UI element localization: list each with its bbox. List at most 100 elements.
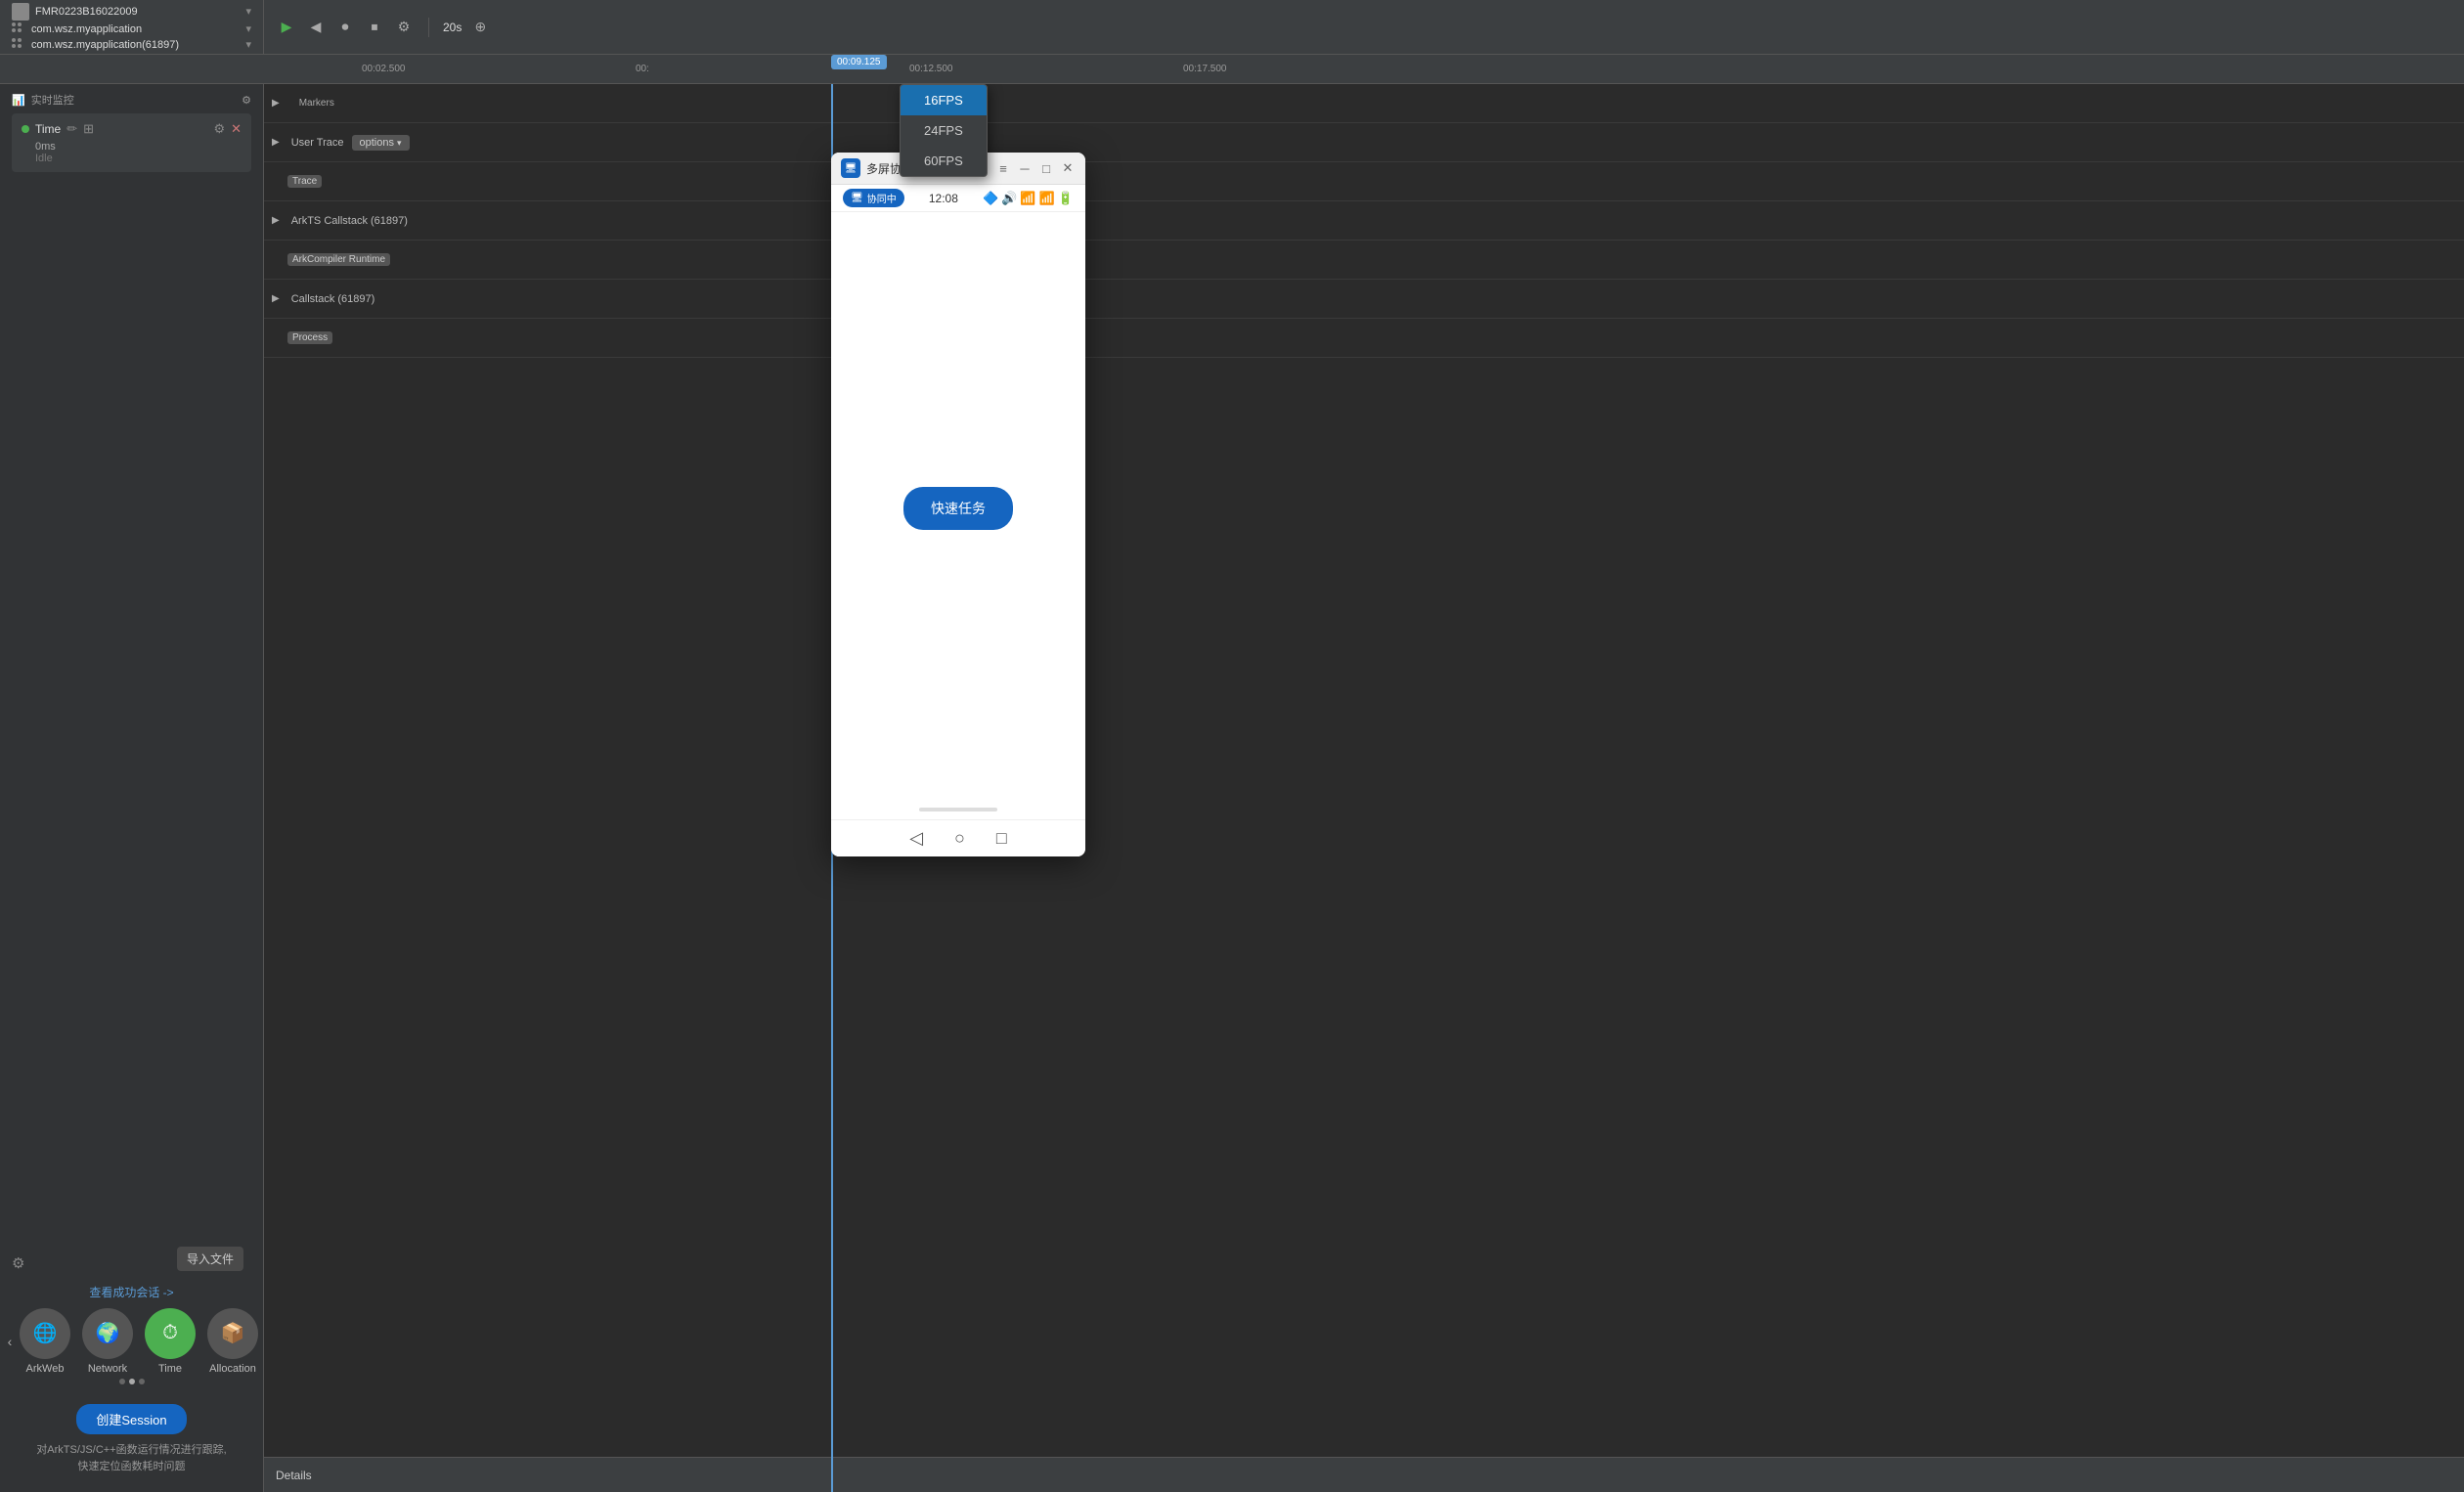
monitor-title: Time ✏ ⊞ <box>22 121 94 137</box>
toolbar: ▶ ◀ ⏺ ⏹ ⚙ 20s ⊕ <box>264 17 2464 38</box>
bluetooth-icon: 🔷 <box>983 191 998 206</box>
allocation-icon: 📦 <box>207 1308 258 1359</box>
user-trace-expand[interactable]: ▶ <box>272 137 280 148</box>
markers-track: ▶ Markers <box>264 84 2464 123</box>
device-time: 12:08 <box>929 192 958 205</box>
ruler-mark-2: 00:12.500 <box>909 64 953 74</box>
callstack-expand[interactable]: ▶ <box>272 293 280 304</box>
home-nav-icon[interactable]: ○ <box>954 828 965 849</box>
rewind-button[interactable]: ◀ <box>305 17 327 38</box>
tab-indicator-dots <box>119 1379 145 1384</box>
process-sub-track: Process <box>264 319 2464 358</box>
arkweb-icon: 🌐 <box>20 1308 70 1359</box>
details-label: Details <box>276 1469 312 1482</box>
play-button[interactable]: ▶ <box>276 17 297 38</box>
allocation-label: Allocation <box>209 1363 256 1375</box>
quick-task-button[interactable]: 快速任务 <box>903 487 1013 530</box>
dot-0 <box>119 1379 125 1384</box>
tab-network[interactable]: 🌍 Network <box>82 1308 133 1375</box>
device-dropdown-arrow[interactable]: ▾ <box>245 5 251 18</box>
volume-icon: 🔊 <box>1001 191 1017 206</box>
recents-nav-icon[interactable]: □ <box>996 828 1007 849</box>
session-desc: 对ArkTS/JS/C++函数运行情况进行跟踪,快速定位函数耗时问题 <box>36 1442 226 1476</box>
arkweb-label: ArkWeb <box>26 1363 65 1375</box>
tab-arkweb[interactable]: 🌐 ArkWeb <box>20 1308 70 1375</box>
signal-icon: 📶 <box>1020 191 1035 206</box>
monitor-item-header: Time ✏ ⊞ ⚙ ✕ <box>22 121 242 137</box>
tab-allocation[interactable]: 📦 Allocation <box>207 1308 258 1375</box>
markers-label: Markers <box>299 98 334 109</box>
monitor-settings-action[interactable]: ⚙ <box>213 121 225 137</box>
scroll-indicator <box>831 804 1085 819</box>
back-nav-icon[interactable]: ◁ <box>909 828 923 849</box>
tracks-area: ▶ Markers ▶ User Trace options ▾ Trace ▶… <box>264 84 2464 1492</box>
monitor-time-item: Time ✏ ⊞ ⚙ ✕ 0ms Idle <box>12 113 251 172</box>
create-session-button[interactable]: 创建Session <box>76 1404 186 1434</box>
minimize-icon[interactable]: ─ <box>1017 160 1033 176</box>
fps-option-16[interactable]: 16FPS <box>901 85 987 115</box>
scroll-bar <box>919 808 997 812</box>
device-name: FMR0223B16022009 <box>35 6 138 18</box>
fps-option-60[interactable]: 60FPS <box>901 146 987 176</box>
trace-sub-track: Trace <box>264 162 2464 201</box>
monitor-status: Idle <box>22 153 242 164</box>
edit-icon[interactable]: ✏ <box>66 121 77 137</box>
add-button[interactable]: ⊕ <box>469 17 491 38</box>
user-trace-label: User Trace <box>291 137 344 149</box>
timeline-ruler: 00:09.125 00:02.500 00: 00:12.500 00:17.… <box>264 55 2464 83</box>
app-icon-2 <box>12 38 25 52</box>
device-nav-bar: ◁ ○ □ <box>831 819 1085 856</box>
monitor-delete-action[interactable]: ✕ <box>231 121 242 137</box>
monitor-actions: ⚙ ✕ <box>213 121 242 137</box>
monitor-settings-icon[interactable]: ⚙ <box>242 94 251 107</box>
battery-icon: 🔋 <box>1058 191 1074 206</box>
stop-button[interactable]: ⏹ <box>364 17 385 38</box>
callstack-track: ▶ Callstack (61897) <box>264 280 2464 319</box>
monitor-section: 📊 实时监控 ⚙ Time ✏ ⊞ ⚙ ✕ 0ms <box>0 84 263 180</box>
time-display: 20s <box>443 21 462 34</box>
view-success-link[interactable]: 查看成功会话 -> <box>89 1284 173 1300</box>
session-section: 创建Session 对ArkTS/JS/C++函数运行情况进行跟踪,快速定位函数… <box>0 1392 263 1492</box>
settings-gear-icon[interactable]: ⚙ <box>12 1255 24 1272</box>
spacer <box>0 180 263 1247</box>
main-area: 📊 实时监控 ⚙ Time ✏ ⊞ ⚙ ✕ 0ms <box>0 84 2464 1492</box>
copy-icon[interactable]: ⊞ <box>83 121 94 137</box>
maximize-icon[interactable]: □ <box>1038 160 1054 176</box>
network-icon: 🌍 <box>82 1308 133 1359</box>
device-content-area: 快速任务 <box>831 212 1085 804</box>
arkts-expand[interactable]: ▶ <box>272 215 280 226</box>
collaboration-label: 协同中 <box>867 191 897 205</box>
device-icon <box>12 3 29 21</box>
tabs-prev-arrow[interactable]: ‹ <box>0 1332 20 1351</box>
top-bar: FMR0223B16022009 ▾ com.wsz.myapplication… <box>0 0 2464 55</box>
timeline-header: 00:09.125 00:02.500 00: 00:12.500 00:17.… <box>0 55 2464 84</box>
app1-dropdown-arrow[interactable]: ▾ <box>245 22 251 35</box>
record-button[interactable]: ⏺ <box>334 17 356 38</box>
device-status-icons: 🔷 🔊 📶 📶 🔋 <box>983 191 1074 206</box>
options-button[interactable]: options ▾ <box>352 135 410 151</box>
tab-nav-section: 查看成功会话 -> ‹ 🌐 ArkWeb 🌍 Network <box>0 1276 263 1392</box>
fps-option-24[interactable]: 24FPS <box>901 115 987 146</box>
trace-badge: Trace <box>287 175 322 188</box>
left-sidebar: 📊 实时监控 ⚙ Time ✏ ⊞ ⚙ ✕ 0ms <box>0 84 264 1492</box>
dot-1 <box>129 1379 135 1384</box>
dot-2 <box>139 1379 145 1384</box>
collaboration-badge: 🖥 协同中 <box>843 189 904 207</box>
arkts-label: ArkTS Callstack (61897) <box>291 215 408 227</box>
close-icon[interactable]: ✕ <box>1060 160 1076 176</box>
config-button[interactable]: ⚙ <box>393 17 415 38</box>
options-dropdown-arrow: ▾ <box>397 138 402 148</box>
time-icon: ⏱ <box>145 1308 196 1359</box>
app-name-1: com.wsz.myapplication <box>31 23 142 35</box>
device-app-selector: FMR0223B16022009 ▾ com.wsz.myapplication… <box>0 0 264 56</box>
markers-expand-arrow[interactable]: ▶ <box>272 98 280 109</box>
app2-dropdown-arrow[interactable]: ▾ <box>245 38 251 51</box>
toolbar-divider <box>428 18 429 37</box>
time-label: Time <box>158 1363 182 1375</box>
cursor-time-label: 00:09.125 <box>831 55 887 69</box>
menu-icon[interactable]: ≡ <box>995 160 1011 176</box>
app-row-2: com.wsz.myapplication(61897) ▾ <box>12 38 251 52</box>
tab-time[interactable]: ⏱ Time <box>145 1308 196 1375</box>
network-label: Network <box>88 1363 127 1375</box>
import-file-button[interactable]: 导入文件 <box>177 1247 243 1271</box>
